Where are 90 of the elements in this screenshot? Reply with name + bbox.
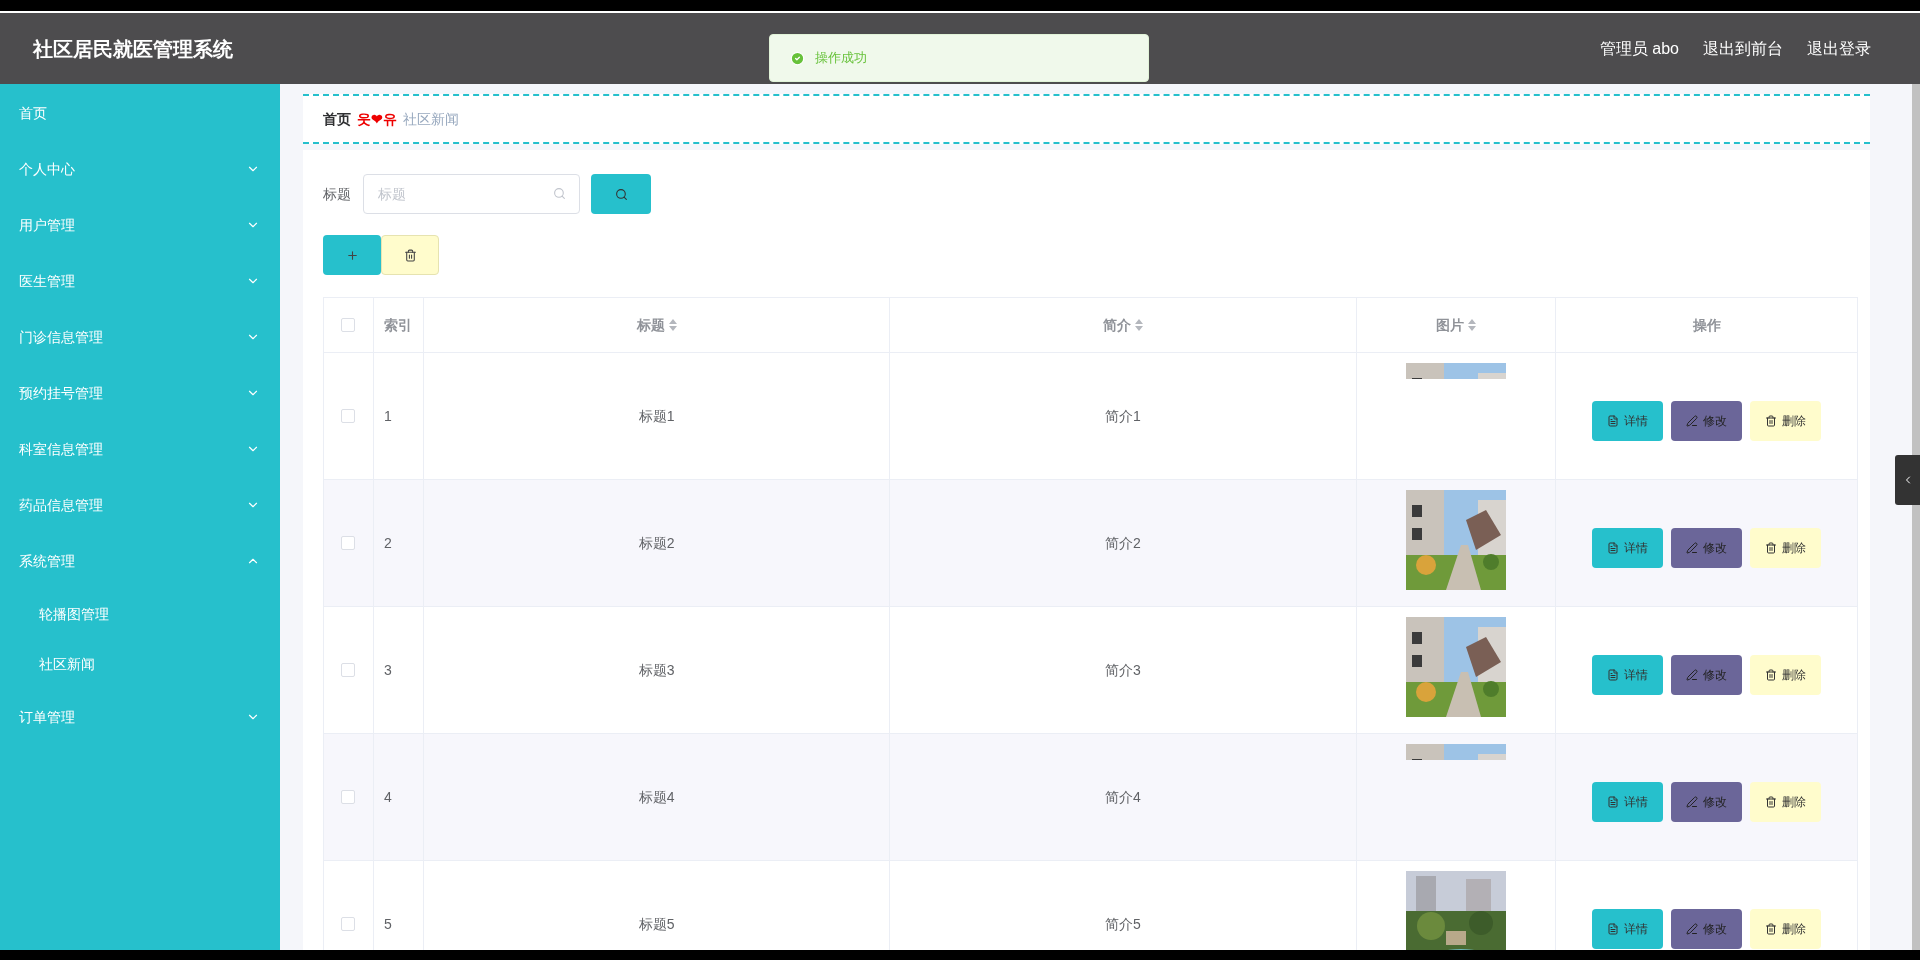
summary-cell-text: 简介2 [1105,533,1141,553]
sidebar-item[interactable]: 预约挂号管理 [0,365,280,421]
sort-icon[interactable] [1134,319,1143,331]
trash-icon [1765,923,1778,935]
toast-message: 操作成功 [815,49,867,68]
checkbox[interactable] [341,790,356,804]
trash-icon [1765,415,1778,427]
sidebar-item[interactable]: 个人中心 [0,141,280,197]
plus-icon [345,248,359,262]
pen-icon [1686,923,1699,935]
sidebar-item[interactable]: 科室信息管理 [0,421,280,477]
document-icon [1607,542,1620,554]
trash-icon [1765,542,1778,554]
summary-cell-text: 简介1 [1105,406,1141,426]
index-cell-text: 2 [383,533,392,553]
breadcrumb-separator: 웃❤유 [357,109,397,129]
document-icon [1607,415,1620,427]
edit-button[interactable]: 修改 [1671,782,1743,822]
collapse-tab[interactable] [1895,455,1920,505]
pen-icon [1686,796,1699,808]
delete-button[interactable]: 删除 [1750,401,1822,441]
title-cell-text: 标题5 [638,914,675,934]
header-link[interactable]: 退出到前台 [1703,36,1783,61]
index-cell-text: 5 [383,914,392,934]
user-label: 管理员 abo [1599,38,1679,59]
column-header: 图片 [1436,315,1465,335]
checkbox[interactable] [341,663,356,677]
search-icon [553,187,566,200]
checkbox[interactable] [341,917,356,931]
search-field[interactable]: 标题 [363,174,580,214]
summary-cell-text: 简介4 [1105,787,1141,807]
add-button[interactable] [323,235,381,275]
trash-icon [1765,796,1778,808]
sidebar-item[interactable]: 药品信息管理 [0,477,280,533]
title-cell-text: 标题4 [638,787,675,807]
document-icon [1607,923,1620,935]
trash-icon [403,248,417,262]
detail-button[interactable]: 详情 [1592,782,1664,822]
edit-button[interactable]: 修改 [1671,909,1743,949]
summary-cell-text: 简介5 [1105,914,1141,934]
document-icon [1607,796,1620,808]
search-label: 标题 [323,184,351,204]
checkbox[interactable] [341,536,356,550]
sort-icon[interactable] [1468,319,1477,331]
breadcrumb-home[interactable]: 首页 [323,108,351,130]
detail-button[interactable]: 详情 [1592,401,1664,441]
pen-icon [1686,542,1699,554]
index-cell-text: 1 [383,406,392,426]
edit-button[interactable]: 修改 [1671,401,1743,441]
sidebar-subitem[interactable]: 轮播图管理 [0,589,280,639]
sidebar-item[interactable]: 系统管理 [0,533,280,589]
column-header: 索引 [383,315,412,335]
breadcrumb-current: 社区新闻 [403,109,459,129]
pen-icon [1686,415,1699,427]
document-icon [1607,669,1620,681]
success-icon [790,50,805,66]
delete-button[interactable]: 删除 [1750,782,1822,822]
summary-cell-text: 简介3 [1105,660,1141,680]
detail-button[interactable]: 详情 [1592,528,1664,568]
column-header: 标题 [636,315,665,335]
edit-button[interactable]: 修改 [1671,528,1743,568]
column-header: 操作 [1692,315,1721,335]
sidebar-item[interactable]: 医生管理 [0,253,280,309]
column-header: 简介 [1102,315,1131,335]
delete-button[interactable]: 删除 [1750,909,1822,949]
edit-button[interactable]: 修改 [1671,655,1743,695]
index-cell-text: 4 [383,787,392,807]
title-cell-text: 标题3 [638,660,675,680]
checkbox[interactable] [341,318,356,332]
checkbox[interactable] [341,409,356,423]
delete-button[interactable]: 删除 [1750,655,1822,695]
header-link[interactable]: 退出登录 [1807,36,1871,61]
delete-button[interactable]: 删除 [1750,528,1822,568]
sort-icon[interactable] [668,319,677,331]
search-icon [614,187,628,201]
app-title: 社区居民就医管理系统 [33,36,233,62]
search-button[interactable] [591,174,651,214]
title-cell-text: 标题1 [638,406,675,426]
title-cell-text: 标题2 [638,533,675,553]
sidebar-item[interactable]: 订单管理 [0,689,280,745]
sidebar-item[interactable]: 门诊信息管理 [0,309,280,365]
index-cell-text: 3 [383,660,392,680]
pen-icon [1686,669,1699,681]
trash-icon [1765,669,1778,681]
sidebar-item[interactable]: 用户管理 [0,197,280,253]
sidebar-item[interactable]: 首页 [0,85,280,141]
detail-button[interactable]: 详情 [1592,909,1664,949]
detail-button[interactable]: 详情 [1592,655,1664,695]
delete-button[interactable] [381,235,439,275]
sidebar-subitem[interactable]: 社区新闻 [0,639,280,689]
